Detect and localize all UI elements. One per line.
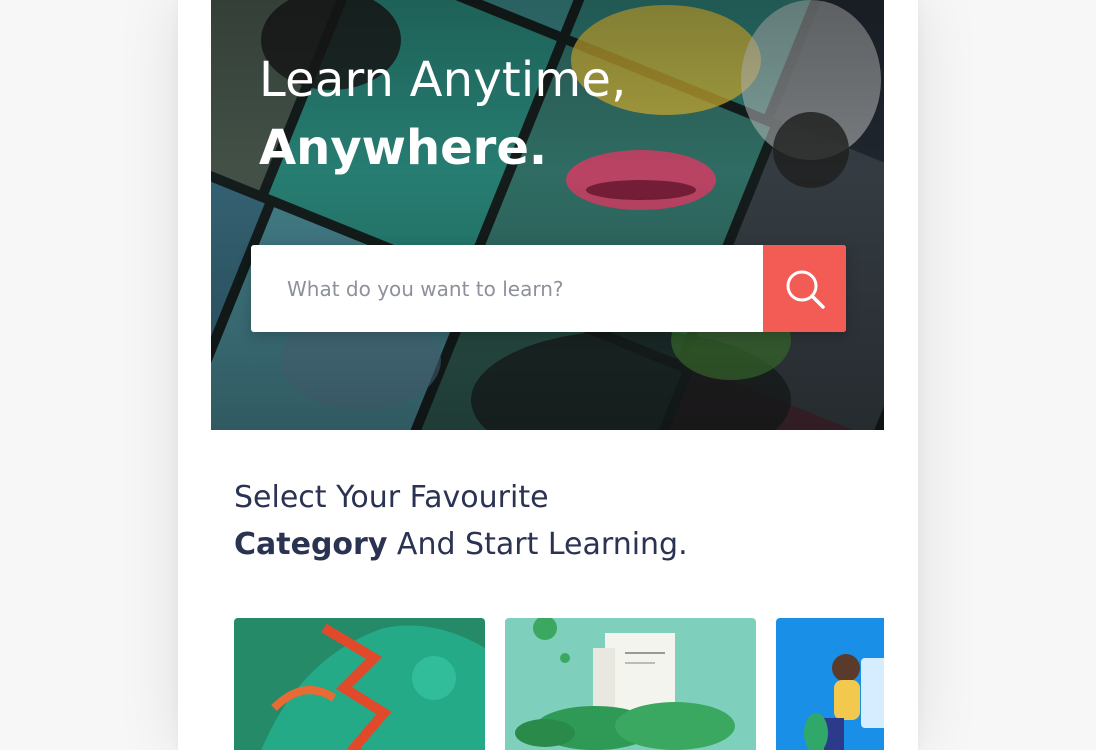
- section-title-line2: Category And Start Learning.: [234, 521, 688, 568]
- category-card[interactable]: [505, 618, 756, 750]
- hero-title-line2: Anywhere.: [259, 120, 548, 176]
- category-card-image: [505, 618, 756, 750]
- category-card-image: [234, 618, 485, 750]
- hero-banner: Learn Anytime, Anywhere.: [211, 0, 884, 430]
- category-section-title: Select Your Favourite Category And Start…: [234, 474, 688, 568]
- section-title-line1: Select Your Favourite: [234, 480, 549, 515]
- section-title-rest: And Start Learning.: [387, 527, 688, 562]
- hero-title-line1: Learn Anytime,: [259, 52, 627, 108]
- search-bar: [251, 245, 846, 332]
- section-title-bold: Category: [234, 527, 388, 562]
- category-card[interactable]: [234, 618, 485, 750]
- search-button[interactable]: [763, 245, 846, 332]
- search-icon: [786, 270, 825, 309]
- hero-headline: Learn Anytime, Anywhere.: [259, 46, 627, 182]
- category-card-image: [776, 618, 884, 750]
- category-carousel[interactable]: [234, 618, 884, 750]
- app-screen: Learn Anytime, Anywhere. Select Your Fav…: [178, 0, 918, 750]
- category-card[interactable]: [776, 618, 884, 750]
- search-input[interactable]: [251, 245, 763, 332]
